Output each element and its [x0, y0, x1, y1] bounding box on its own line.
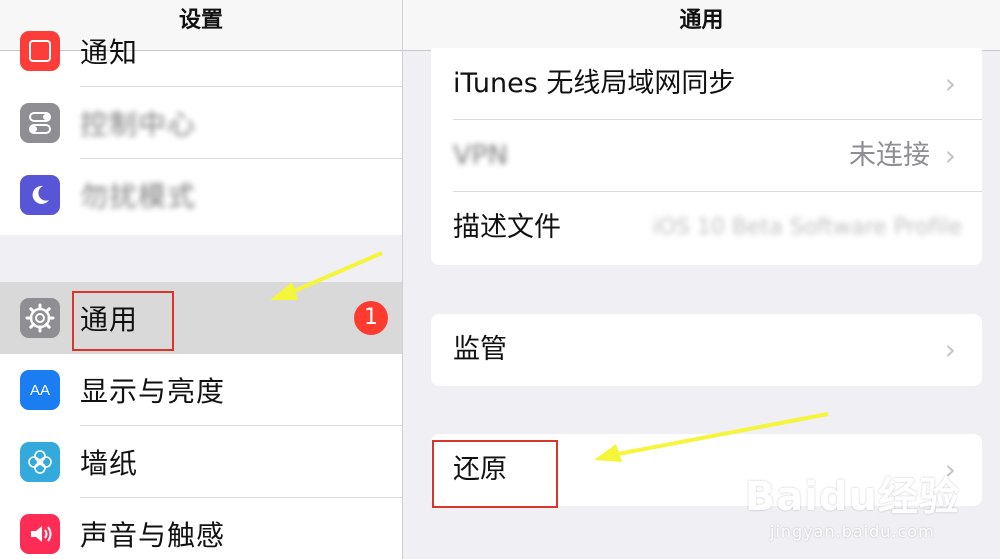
sidebar-item-label: 勿扰模式	[80, 180, 197, 213]
row-label: 监管	[453, 334, 507, 365]
sidebar-item-label: 声音与触感	[80, 519, 226, 552]
sidebar-item-display-brightness[interactable]: AA 显示与亮度	[0, 354, 402, 426]
annotation-arrow-right	[594, 412, 829, 462]
general-group-1: iTunes 无线局域网同步 › VPN 未连接 › 描述文件 iOS 10 B…	[431, 48, 982, 265]
annotation-arrow-left	[270, 251, 383, 300]
watermark-url: jingyan.baidu.com	[770, 522, 935, 541]
control-center-icon	[20, 103, 60, 143]
row-supervision[interactable]: 监管 ›	[431, 314, 982, 386]
gear-icon	[20, 298, 60, 338]
highlight-box-general	[72, 291, 174, 351]
sound-icon	[20, 514, 60, 554]
row-value: 未连接	[849, 140, 930, 171]
general-detail-pane: 通用 iTunes 无线局域网同步 › VPN 未连接 › 描述文件 iOS 1…	[403, 0, 1000, 559]
row-vpn[interactable]: VPN 未连接 ›	[431, 120, 982, 192]
sidebar-item-label: 控制中心	[80, 108, 197, 141]
notifications-icon	[20, 31, 60, 71]
row-itunes-wifi-sync[interactable]: iTunes 无线局域网同步 ›	[431, 48, 982, 120]
chevron-right-icon: ›	[944, 67, 956, 100]
chevron-right-icon: ›	[944, 139, 956, 172]
display-brightness-icon: AA	[20, 370, 60, 410]
sidebar-item-label: 通知	[80, 36, 139, 69]
sidebar-item-control-center[interactable]: 控制中心	[0, 87, 402, 159]
sidebar-item-do-not-disturb[interactable]: 勿扰模式	[0, 159, 402, 231]
baidu-watermark: Baidu经验 jingyan.baidu.com	[745, 464, 960, 541]
moon-icon	[20, 175, 60, 215]
sidebar-item-wallpaper[interactable]: 墙纸	[0, 426, 402, 498]
general-group-2: 监管 ›	[431, 314, 982, 386]
detail-nav-title: 通用	[403, 0, 1000, 51]
sidebar-item-notifications[interactable]: 通知	[0, 15, 402, 87]
chevron-right-icon: ›	[944, 333, 956, 366]
sidebar-item-sounds[interactable]: 声音与触感	[0, 498, 402, 559]
row-profiles[interactable]: 描述文件 iOS 10 Beta Software Profile	[431, 192, 982, 264]
watermark-logo: Baidu经验	[744, 474, 960, 520]
wallpaper-icon	[20, 442, 60, 482]
row-label: VPN	[453, 140, 508, 171]
sidebar-item-label: 墙纸	[80, 447, 139, 480]
row-value: iOS 10 Beta Software Profile	[652, 215, 962, 240]
sidebar-item-label: 显示与亮度	[80, 375, 226, 408]
row-label: 描述文件	[453, 212, 561, 243]
row-label: iTunes 无线局域网同步	[453, 68, 736, 99]
highlight-box-reset	[432, 440, 558, 508]
sidebar-group-2: 通用 1 AA 显示与亮度 墙纸 声音与触感	[0, 282, 402, 559]
sidebar-group-1: 通知 控制中心 勿扰模式	[0, 31, 402, 235]
